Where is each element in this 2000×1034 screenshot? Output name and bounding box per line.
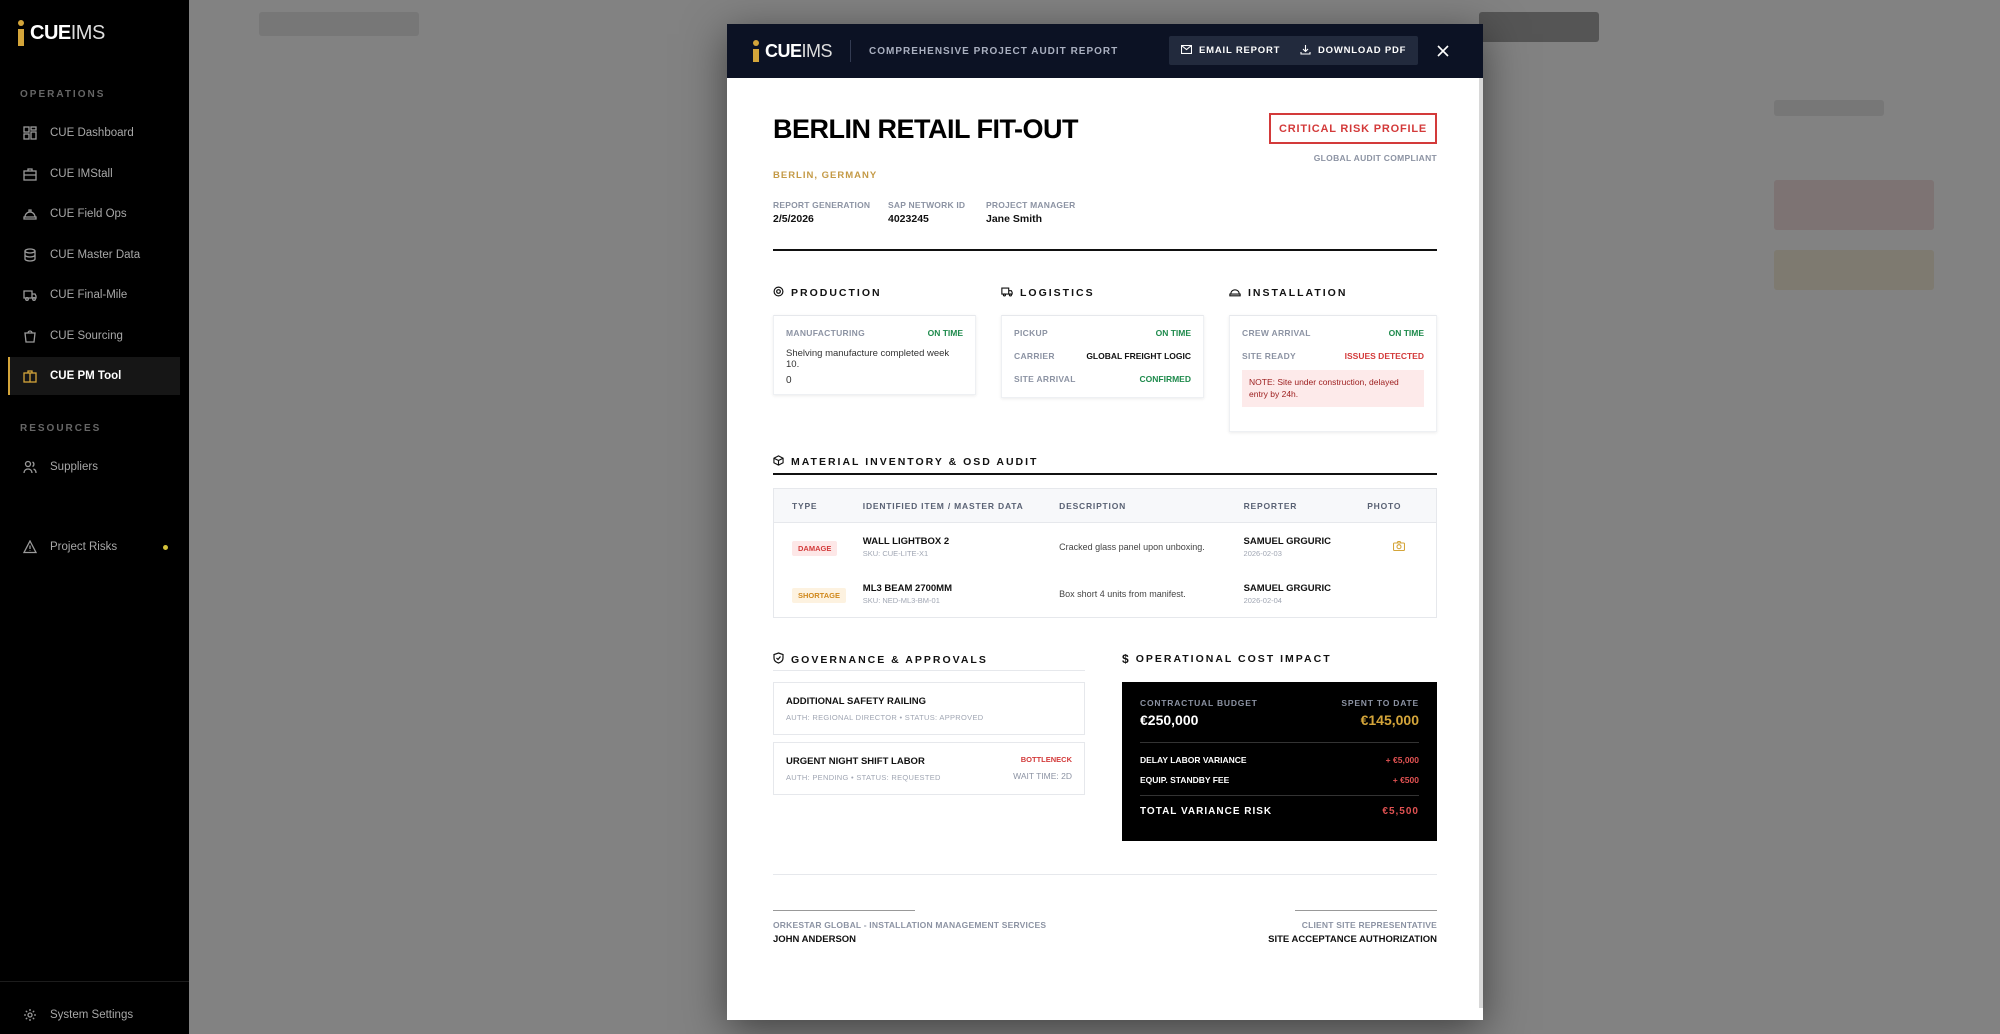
logistics-card: PICKUP ON TIME CARRIER GLOBAL FREIGHT LOGI… bbox=[1001, 315, 1204, 398]
approval-item[interactable]: URGENT NIGHT SHIFT LABOR AUTH: PENDING •… bbox=[773, 742, 1085, 795]
database-icon bbox=[22, 247, 38, 263]
table-row[interactable]: DAMAGE WALL LIGHTBOX 2 SKU: CUE-LITE-X1 C… bbox=[774, 523, 1436, 570]
sidebar-item-pm-tool[interactable]: CUE PM Tool bbox=[8, 357, 180, 395]
cost-row: EQUIP. STANDBY FEE + €500 bbox=[1140, 775, 1419, 785]
inventory-table: TYPE IDENTIFIED ITEM / MASTER DATA DESCR… bbox=[773, 488, 1437, 618]
variance-total: TOTAL VARIANCE RISK €5,500 bbox=[1140, 795, 1419, 817]
cost-row: DELAY LABOR VARIANCE + €5,000 bbox=[1140, 755, 1419, 765]
sidebar-item-dashboard[interactable]: CUE Dashboard bbox=[8, 114, 180, 152]
box-icon bbox=[773, 455, 784, 469]
logo-mark-icon bbox=[753, 40, 759, 62]
sidebar-item-field-ops[interactable]: CUE Field Ops bbox=[8, 195, 180, 233]
modal-brand-logo: CUEIMS bbox=[753, 40, 833, 62]
email-report-button[interactable]: EMAIL REPORT bbox=[1169, 36, 1293, 65]
header-divider bbox=[850, 40, 852, 62]
helmet-icon bbox=[22, 206, 38, 222]
spent-value: €145,000 bbox=[1360, 712, 1419, 728]
dollar-icon: $ bbox=[1122, 652, 1129, 666]
table-row[interactable]: SHORTAGE ML3 BEAM 2700MM SKU: NED-ML3-BM-… bbox=[774, 570, 1436, 617]
sidebar-divider bbox=[0, 981, 189, 982]
section-cost-impact: $ OPERATIONAL COST IMPACT bbox=[1122, 652, 1332, 666]
brand-logo[interactable]: CUEIMS bbox=[18, 20, 105, 46]
production-card: MANUFACTURING ON TIME Shelving manufactur… bbox=[773, 315, 976, 395]
modal-title: COMPREHENSIVE PROJECT AUDIT REPORT bbox=[869, 45, 1119, 57]
footer-divider bbox=[773, 874, 1437, 875]
briefcase-icon bbox=[22, 368, 38, 384]
project-title: BERLIN RETAIL FIT-OUT bbox=[773, 114, 1078, 144]
sidebar-item-imstall[interactable]: CUE IMStall bbox=[8, 155, 180, 193]
project-location: BERLIN, GERMANY bbox=[773, 170, 878, 181]
meta-sap-network-id: SAP NETWORK ID 4023245 bbox=[888, 200, 966, 225]
download-icon bbox=[1300, 44, 1311, 58]
sidebar: CUEIMS OPERATIONS CUE Dashboard CUE IMSt… bbox=[0, 0, 189, 1034]
risk-indicator-dot bbox=[163, 545, 168, 550]
camera-icon[interactable] bbox=[1393, 538, 1406, 555]
sidebar-item-final-mile[interactable]: CUE Final-Mile bbox=[8, 276, 180, 314]
section-inventory: MATERIAL INVENTORY & OSD AUDIT bbox=[773, 455, 1038, 469]
meta-project-manager: PROJECT MANAGER Jane Smith bbox=[986, 200, 1076, 225]
governance-divider bbox=[773, 670, 1085, 671]
wait-time: WAIT TIME: 2D bbox=[1013, 771, 1072, 781]
section-production: PRODUCTION bbox=[773, 286, 882, 300]
compliance-label: GLOBAL AUDIT COMPLIANT bbox=[1313, 153, 1437, 163]
inventory-divider bbox=[773, 473, 1437, 475]
approval-item[interactable]: ADDITIONAL SAFETY RAILING AUTH: REGIONAL… bbox=[773, 682, 1085, 735]
gear-icon bbox=[773, 286, 784, 300]
warning-icon bbox=[22, 539, 38, 555]
bg-panel-placeholder bbox=[1774, 100, 1884, 116]
bg-title-placeholder bbox=[259, 12, 419, 36]
gear-icon bbox=[22, 1007, 38, 1023]
signature-role: CLIENT SITE REPRESENTATIVE bbox=[1301, 920, 1437, 930]
close-icon[interactable] bbox=[1433, 41, 1453, 61]
dashboard-icon bbox=[22, 125, 38, 141]
meta-report-generation: REPORT GENERATION 2/5/2026 bbox=[773, 200, 871, 225]
signature-line-right bbox=[1295, 910, 1437, 911]
section-label-operations: OPERATIONS bbox=[20, 89, 106, 100]
download-pdf-button[interactable]: DOWNLOAD PDF bbox=[1288, 36, 1419, 65]
production-value: 0 bbox=[786, 375, 792, 386]
audit-report-modal: CUEIMS COMPREHENSIVE PROJECT AUDIT REPOR… bbox=[727, 24, 1483, 1020]
mail-icon bbox=[1180, 44, 1193, 57]
type-badge: SHORTAGE bbox=[792, 587, 846, 603]
logo-mark-icon bbox=[18, 20, 24, 46]
sidebar-item-master-data[interactable]: CUE Master Data bbox=[8, 236, 180, 274]
cost-impact-panel: CONTRACTUAL BUDGET €250,000 SPENT TO DATE… bbox=[1122, 682, 1437, 841]
helmet-icon bbox=[1229, 286, 1241, 300]
signature-org: ORKESTAR GLOBAL - INSTALLATION MANAGEMEN… bbox=[773, 920, 1047, 930]
bg-alert-placeholder bbox=[1774, 180, 1934, 230]
section-label-resources: RESOURCES bbox=[20, 423, 102, 434]
truck-icon bbox=[22, 287, 38, 303]
table-header: TYPE IDENTIFIED ITEM / MASTER DATA DESCR… bbox=[774, 489, 1436, 523]
signature-authorization: SITE ACCEPTANCE AUTHORIZATION bbox=[1268, 934, 1437, 945]
header-divider-line bbox=[773, 249, 1437, 251]
users-icon bbox=[22, 459, 38, 475]
section-logistics: LOGISTICS bbox=[1001, 286, 1095, 300]
budget-value: €250,000 bbox=[1140, 712, 1199, 728]
sidebar-item-sourcing[interactable]: CUE Sourcing bbox=[8, 317, 180, 355]
installation-note: NOTE: Site under construction, delayed e… bbox=[1242, 370, 1424, 407]
truck-icon bbox=[1001, 286, 1013, 300]
signature-name: JOHN ANDERSON bbox=[773, 934, 857, 945]
risk-profile-badge: CRITICAL RISK PROFILE bbox=[1269, 113, 1437, 144]
bottleneck-flag: BOTTLENECK bbox=[1020, 755, 1072, 764]
sidebar-item-suppliers[interactable]: Suppliers bbox=[8, 448, 180, 486]
section-governance: GOVERNANCE & APPROVALS bbox=[773, 652, 988, 667]
signature-line-left bbox=[773, 910, 915, 911]
modal-header: CUEIMS COMPREHENSIVE PROJECT AUDIT REPOR… bbox=[727, 24, 1483, 78]
section-installation: INSTALLATION bbox=[1229, 286, 1347, 300]
system-settings-link[interactable]: System Settings bbox=[8, 996, 180, 1034]
shield-check-icon bbox=[773, 652, 784, 667]
bg-button-placeholder bbox=[1479, 12, 1599, 42]
bg-warning-placeholder bbox=[1774, 250, 1934, 290]
toolbox-icon bbox=[22, 166, 38, 182]
modal-scrollbar[interactable] bbox=[1479, 78, 1483, 1008]
sidebar-item-project-risks[interactable]: Project Risks bbox=[8, 528, 180, 566]
type-badge: DAMAGE bbox=[792, 540, 838, 556]
bag-icon bbox=[22, 328, 38, 344]
production-note: Shelving manufacture completed week 10. bbox=[786, 348, 950, 370]
installation-card: CREW ARRIVAL ON TIME SITE READY ISSUES DET… bbox=[1229, 315, 1437, 432]
